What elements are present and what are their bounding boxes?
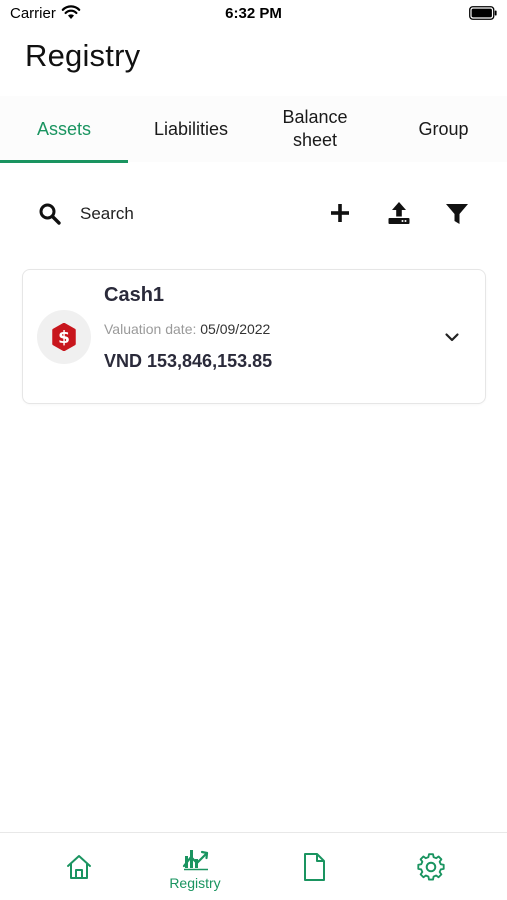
nav-home[interactable]	[15, 833, 141, 900]
valuation-label: Valuation date:	[104, 321, 197, 337]
tab-assets-label: Assets	[36, 118, 92, 139]
asset-card[interactable]: $ Cash1 Valuation date: 05/09/2022 VND 1…	[22, 269, 486, 404]
asset-name: Cash1	[104, 284, 165, 306]
upload-icon[interactable]	[386, 200, 412, 226]
home-icon	[67, 855, 91, 879]
valuation-date: 05/09/2022	[200, 321, 271, 337]
tab-liabilities[interactable]: Liabilities	[128, 96, 254, 162]
asset-avatar: $	[37, 310, 91, 364]
tab-group-label: Group	[418, 118, 469, 139]
nav-registry[interactable]: Registry	[132, 833, 258, 900]
valuation-line: Valuation date: 05/09/2022	[104, 321, 270, 337]
battery-icon	[469, 6, 497, 20]
svg-text:$: $	[58, 328, 70, 348]
nav-settings[interactable]	[367, 833, 493, 900]
active-tab-indicator	[0, 160, 128, 163]
status-time: 6:32 PM	[225, 5, 282, 22]
add-icon[interactable]	[328, 201, 352, 225]
asset-amount: VND 153,846,153.85	[104, 351, 273, 371]
tab-balance-sheet[interactable]: Balance sheet	[254, 96, 376, 162]
dollar-icon: $	[52, 323, 76, 351]
settings-icon	[417, 853, 445, 881]
chevron-down-icon[interactable]	[443, 328, 461, 346]
tab-liabilities-label: Liabilities	[153, 118, 229, 139]
tab-bar: Assets Liabilities Balance sheet Group	[0, 96, 507, 162]
search-input[interactable]: Search	[80, 204, 134, 224]
tab-group[interactable]: Group	[380, 96, 507, 162]
toolbar: Search	[0, 190, 507, 236]
search-icon[interactable]	[38, 202, 62, 226]
nav-registry-label: Registry	[169, 875, 221, 891]
document-icon	[304, 853, 325, 881]
chart-icon	[182, 850, 209, 871]
filter-icon[interactable]	[444, 201, 470, 227]
page-title: Registry	[25, 38, 141, 73]
tab-assets[interactable]: Assets	[0, 96, 128, 162]
status-bar: Carrier 6:32 PM	[0, 0, 507, 28]
tab-balance-sheet-label: Balance sheet	[282, 107, 348, 150]
bottom-nav: Registry	[0, 832, 507, 900]
nav-documents[interactable]	[250, 833, 376, 900]
